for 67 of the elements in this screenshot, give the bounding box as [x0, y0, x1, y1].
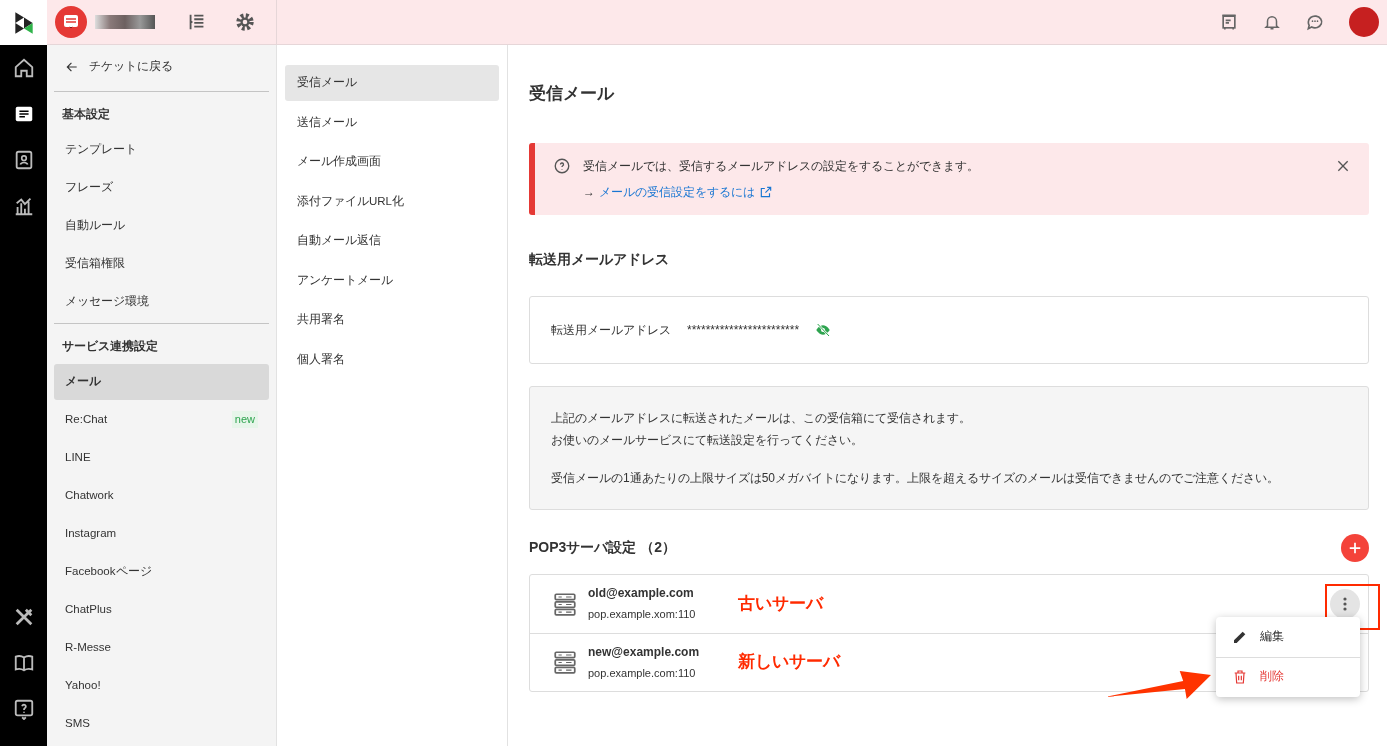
settings-icon[interactable]	[234, 11, 256, 33]
page-title: 受信メール	[529, 83, 616, 105]
sidebar-item[interactable]: ChatPlus	[54, 591, 269, 628]
blurred-name	[95, 15, 155, 29]
settings-tab[interactable]: 共用署名	[285, 302, 499, 338]
server-email: new@example.com	[588, 643, 701, 661]
annotation-text: 古いサーバ	[738, 592, 823, 615]
arrow-symbol: →	[583, 183, 595, 201]
sidebar-item[interactable]: 受信箱権限	[54, 245, 269, 282]
sidebar-item[interactable]: Yahoo!	[54, 667, 269, 704]
info-text: 上記のメールアドレスに転送されたメールは、この受信箱にて受信されます。	[551, 409, 972, 427]
settings-tab[interactable]: 個人署名	[285, 341, 499, 378]
section-heading: 基本設定	[61, 106, 111, 122]
sidebar-item[interactable]: フレーズ	[54, 169, 269, 206]
server-icon	[552, 590, 578, 617]
annotation-text: 新しいサーバ	[738, 651, 840, 674]
settings-tab[interactable]: メール作成画面	[285, 144, 499, 180]
info-text: 受信メールの1通あたりの上限サイズは50メガバイトになります。上限を超えるサイズのメールは受信できませんのでご注意ください。	[551, 469, 1281, 487]
sidebar-item[interactable]: Instagram	[54, 515, 269, 552]
server-icon	[552, 649, 578, 675]
sidebar-item[interactable]: メール	[54, 363, 269, 400]
eye-off-icon[interactable]	[815, 321, 832, 338]
new-badge: new	[231, 411, 258, 428]
sidebar-item[interactable]: 自動ルール	[54, 207, 269, 244]
book-icon[interactable]	[12, 652, 35, 674]
sidebar-item[interactable]: Chatwork	[54, 477, 269, 514]
settings-tab[interactable]: 送信メール	[285, 104, 499, 141]
plus-icon[interactable]	[1348, 540, 1362, 555]
bell-icon[interactable]	[1263, 13, 1281, 31]
home-icon[interactable]	[12, 57, 35, 79]
section-heading: POP3サーバ設定 （2）	[529, 538, 677, 557]
more-icon[interactable]	[1343, 596, 1347, 611]
settings-tab[interactable]: 受信メール	[285, 65, 499, 101]
sidebar-item[interactable]: SMS	[54, 705, 269, 742]
sidebar-item[interactable]: R-Messe	[54, 629, 269, 666]
add-button[interactable]	[1341, 533, 1369, 562]
sidebar-item[interactable]: LINE	[54, 439, 269, 476]
sidebar-item-label: Re:Chat	[65, 411, 108, 427]
sidebar-item[interactable]: Facebookページ	[54, 553, 269, 590]
settings-tab[interactable]: 自動メール返信	[285, 223, 499, 259]
sidebar-item[interactable]: メッセージ環境	[54, 283, 269, 320]
server-host: pop.example.com:110	[588, 665, 697, 681]
external-link-icon	[759, 184, 773, 199]
back-arrow-icon	[65, 60, 79, 74]
delete-menu-item[interactable]: 削除	[1216, 656, 1360, 697]
back-link[interactable]: チケットに戻る	[54, 47, 269, 87]
chat-icon[interactable]	[1305, 12, 1325, 32]
help-link[interactable]: メールの受信設定をするには	[599, 182, 755, 201]
alert-message: 受信メールでは、受信するメールアドレスの設定をすることができます。	[583, 157, 980, 175]
help-icon[interactable]	[12, 698, 35, 720]
server-host: pop.example.xom:110	[588, 607, 697, 623]
edit-menu-item[interactable]: 編集	[1216, 616, 1360, 657]
settings-tab[interactable]: 添付ファイルURL化	[285, 183, 499, 220]
section-heading: 転送用メールアドレス	[529, 249, 670, 269]
board-icon[interactable]	[1219, 12, 1239, 32]
settings-tab[interactable]: アンケートメール	[285, 262, 499, 299]
sidebar-item[interactable]: テンプレート	[54, 131, 269, 168]
server-email: old@example.com	[588, 585, 695, 603]
masked-address: ************************	[687, 321, 800, 339]
avatar-icon[interactable]	[1349, 7, 1379, 37]
help-circle-icon	[553, 156, 571, 175]
sidebar-item[interactable]: Re:Chat new	[54, 401, 269, 438]
section-heading: サービス連携設定	[61, 338, 159, 355]
trash-icon	[1232, 669, 1248, 685]
info-text: お使いのメールサービスにて転送設定を行ってください。	[551, 431, 864, 449]
address-label: 転送用メールアドレス	[551, 321, 671, 339]
inbox-logo-icon[interactable]	[55, 6, 87, 38]
